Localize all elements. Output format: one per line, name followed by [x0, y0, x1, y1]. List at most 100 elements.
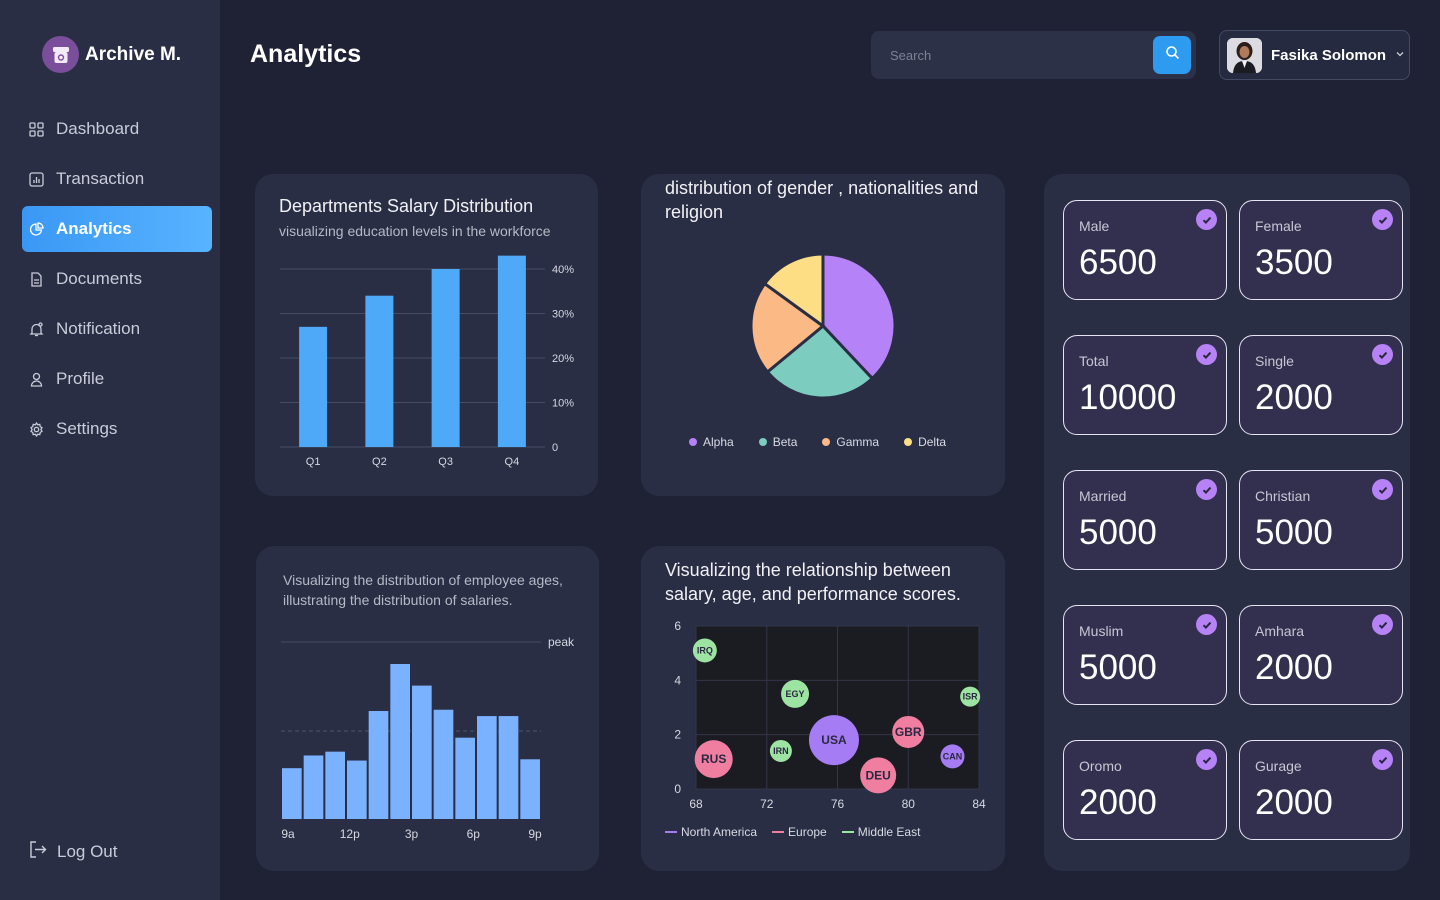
y-tick-label: 0 [552, 442, 558, 454]
bubble-label: CAN [943, 751, 963, 761]
sidebar-item-profile[interactable]: Profile [22, 356, 212, 402]
sidebar-item-label: Notification [56, 319, 141, 338]
y-tick-label: 20% [552, 353, 574, 365]
salary-bar-chart: 0 10% 20% 30% 40% Q1 Q2 Q3 Q4 [280, 255, 574, 468]
legend-label: Beta [772, 435, 798, 449]
logout-icon [28, 840, 47, 864]
grid-icon [28, 121, 44, 137]
stat-card[interactable]: Married 5000 [1063, 470, 1227, 570]
sidebar-item-transaction[interactable]: Transaction [22, 156, 212, 202]
x-tick-label: 68 [689, 797, 703, 811]
gear-icon [28, 421, 44, 437]
stat-card[interactable]: Gurage 2000 [1239, 740, 1403, 840]
stat-card[interactable]: Male 6500 [1063, 200, 1227, 300]
logout-button[interactable]: Log Out [28, 840, 118, 864]
app-logo[interactable]: Archive M. [42, 36, 181, 73]
x-tick-label: 84 [972, 797, 986, 811]
x-tick-label: Q2 [372, 456, 387, 468]
user-menu[interactable]: Fasika Solomon [1219, 30, 1410, 80]
check-icon [1196, 614, 1217, 635]
peak-label: peak [548, 635, 575, 649]
stat-card[interactable]: Total 10000 [1063, 335, 1227, 435]
legend-item: Beta [758, 435, 798, 449]
histogram-bar [325, 751, 345, 819]
bubble-label: DEU [866, 768, 891, 782]
stat-value: 6500 [1079, 243, 1157, 282]
avatar [1227, 37, 1262, 73]
search-button[interactable] [1153, 36, 1191, 74]
stat-card[interactable]: Single 2000 [1239, 335, 1403, 435]
search-input[interactable] [871, 31, 1151, 79]
stat-card[interactable]: Muslim 5000 [1063, 605, 1227, 705]
y-tick-label: 10% [552, 398, 574, 410]
stat-label: Oromo [1079, 758, 1122, 774]
bar [497, 255, 526, 447]
stat-label: Christian [1255, 488, 1311, 504]
x-tick-label: 9p [528, 827, 542, 841]
legend-item: North America [665, 825, 757, 839]
chart-icon [28, 171, 44, 187]
stat-value: 10000 [1079, 378, 1177, 417]
sidebar-item-documents[interactable]: Documents [22, 256, 212, 302]
bubble-legend: North America Europe Middle East [665, 825, 920, 839]
user-name: Fasika Solomon [1271, 46, 1387, 64]
legend-item: Delta [904, 435, 946, 449]
stat-value: 5000 [1079, 513, 1157, 552]
sidebar-item-notification[interactable]: Notification [22, 306, 212, 352]
bar [365, 295, 394, 447]
stat-label: Muslim [1079, 623, 1124, 639]
check-icon [1196, 749, 1217, 770]
sidebar-item-analytics[interactable]: Analytics [22, 206, 212, 252]
legend-label: Gamma [836, 435, 880, 449]
app-name: Archive M. [85, 43, 182, 65]
stat-value: 2000 [1255, 378, 1333, 417]
stat-value: 3500 [1255, 243, 1333, 282]
bubble-label: GBR [895, 725, 922, 739]
stat-value: 5000 [1255, 513, 1333, 552]
y-tick-label: 2 [674, 728, 681, 742]
bubble-label: ISR [963, 692, 979, 702]
check-icon [1372, 209, 1393, 230]
bubble-label: IRQ [697, 645, 713, 655]
legend-label: Delta [918, 435, 947, 449]
y-tick-label: 4 [674, 673, 681, 687]
legend-item: Gamma [822, 435, 879, 449]
age-histogram-chart: peak 9a 12p 3p 6p 9p [281, 635, 575, 841]
stat-value: 2000 [1255, 783, 1333, 822]
histogram-bar [347, 760, 367, 819]
pie-icon [28, 221, 44, 237]
page-title: Analytics [250, 40, 362, 68]
stat-card[interactable]: Christian 5000 [1239, 470, 1403, 570]
sidebar-item-label: Analytics [56, 219, 132, 238]
salary-distribution-card: Departments Salary Distribution visualiz… [255, 174, 598, 496]
sidebar-item-dashboard[interactable]: Dashboard [22, 106, 212, 152]
sidebar: Archive M. Dashboard Transaction Analyti… [0, 0, 220, 900]
x-tick-label: 76 [831, 797, 845, 811]
bell-icon [28, 321, 44, 337]
x-tick-label: 72 [760, 797, 774, 811]
histogram-bar [477, 716, 497, 819]
stat-card[interactable]: Oromo 2000 [1063, 740, 1227, 840]
check-icon [1196, 344, 1217, 365]
chevron-down-icon [1395, 46, 1405, 64]
performance-bubble-chart: 68 72 76 80 84 0 2 4 6 USA CAN RUS GBR DEU IRQ EGY IRN IS… [674, 619, 986, 811]
sidebar-item-label: Transaction [56, 169, 145, 188]
stat-label: Single [1255, 353, 1294, 369]
legend-dot [758, 438, 767, 446]
legend-item: Europe [772, 825, 827, 839]
legend-label: Middle East [857, 825, 921, 839]
check-icon [1372, 749, 1393, 770]
check-icon [1196, 479, 1217, 500]
stat-value: 5000 [1079, 648, 1157, 687]
bar [431, 269, 460, 447]
y-tick-label: 6 [674, 619, 681, 633]
stat-card[interactable]: Female 3500 [1239, 200, 1403, 300]
check-icon [1372, 344, 1393, 365]
search-icon [1165, 45, 1180, 65]
y-tick-label: 0 [674, 782, 681, 796]
y-tick-label: 40% [552, 264, 574, 276]
sidebar-item-settings[interactable]: Settings [22, 406, 212, 452]
legend-line [665, 831, 677, 833]
stat-card[interactable]: Amhara 2000 [1239, 605, 1403, 705]
x-tick-label: 80 [902, 797, 916, 811]
